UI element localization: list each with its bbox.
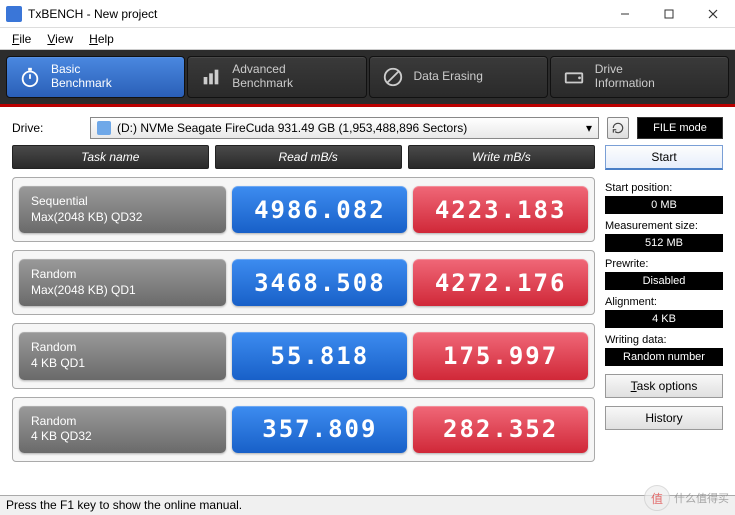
meassize-label: Measurement size: [605, 220, 723, 232]
prewrite-value[interactable]: Disabled [605, 272, 723, 290]
watermark: 值 什么值得买 [644, 485, 729, 511]
read-value: 4986.082 [232, 186, 407, 233]
result-row: RandomMax(2048 KB) QD1 3468.508 4272.176 [12, 250, 595, 315]
read-value: 357.809 [232, 406, 407, 453]
write-value: 4272.176 [413, 259, 588, 306]
start-button[interactable]: Start [605, 145, 723, 170]
chevron-down-icon: ▾ [586, 121, 592, 135]
task-options-button[interactable]: Task options [605, 374, 723, 398]
app-icon [6, 6, 22, 22]
header-write: Write mB/s [408, 145, 595, 169]
drive-select[interactable]: (D:) NVMe Seagate FireCuda 931.49 GB (1,… [90, 117, 599, 139]
menu-view[interactable]: View [41, 30, 79, 48]
watermark-icon: 值 [644, 485, 670, 511]
erase-icon [380, 64, 406, 90]
history-button[interactable]: History [605, 406, 723, 430]
disk-icon [97, 121, 111, 135]
startpos-label: Start position: [605, 182, 723, 194]
result-row: SequentialMax(2048 KB) QD32 4986.082 422… [12, 177, 595, 242]
write-value: 282.352 [413, 406, 588, 453]
tab-drive-information[interactable]: DriveInformation [550, 56, 729, 98]
close-button[interactable] [691, 0, 735, 28]
write-value: 4223.183 [413, 186, 588, 233]
startpos-value[interactable]: 0 MB [605, 196, 723, 214]
file-mode-button[interactable]: FILE mode [637, 117, 723, 139]
prewrite-label: Prewrite: [605, 258, 723, 270]
task-name-cell[interactable]: RandomMax(2048 KB) QD1 [19, 259, 226, 306]
header-task: Task name [12, 145, 209, 169]
window-title: TxBENCH - New project [28, 7, 603, 21]
meassize-value[interactable]: 512 MB [605, 234, 723, 252]
drive-icon [561, 64, 587, 90]
stopwatch-icon [17, 64, 43, 90]
status-bar: Press the F1 key to show the online manu… [0, 495, 735, 515]
read-value: 55.818 [232, 332, 407, 379]
wdata-value[interactable]: Random number [605, 348, 723, 366]
tab-data-erasing[interactable]: Data Erasing [369, 56, 548, 98]
minimize-button[interactable] [603, 0, 647, 28]
result-row: Random4 KB QD1 55.818 175.997 [12, 323, 595, 388]
task-name-cell[interactable]: Random4 KB QD32 [19, 406, 226, 453]
refresh-button[interactable] [607, 117, 629, 139]
tab-basic-benchmark[interactable]: BasicBenchmark [6, 56, 185, 98]
task-name-cell[interactable]: Random4 KB QD1 [19, 332, 226, 379]
align-value[interactable]: 4 KB [605, 310, 723, 328]
tab-advanced-benchmark[interactable]: AdvancedBenchmark [187, 56, 366, 98]
read-value: 3468.508 [232, 259, 407, 306]
result-row: Random4 KB QD32 357.809 282.352 [12, 397, 595, 462]
maximize-button[interactable] [647, 0, 691, 28]
task-name-cell[interactable]: SequentialMax(2048 KB) QD32 [19, 186, 226, 233]
menu-file[interactable]: File [6, 30, 37, 48]
header-read: Read mB/s [215, 145, 402, 169]
menu-help[interactable]: Help [83, 30, 120, 48]
wdata-label: Writing data: [605, 334, 723, 346]
write-value: 175.997 [413, 332, 588, 379]
bars-icon [198, 64, 224, 90]
drive-label: Drive: [12, 121, 82, 135]
align-label: Alignment: [605, 296, 723, 308]
